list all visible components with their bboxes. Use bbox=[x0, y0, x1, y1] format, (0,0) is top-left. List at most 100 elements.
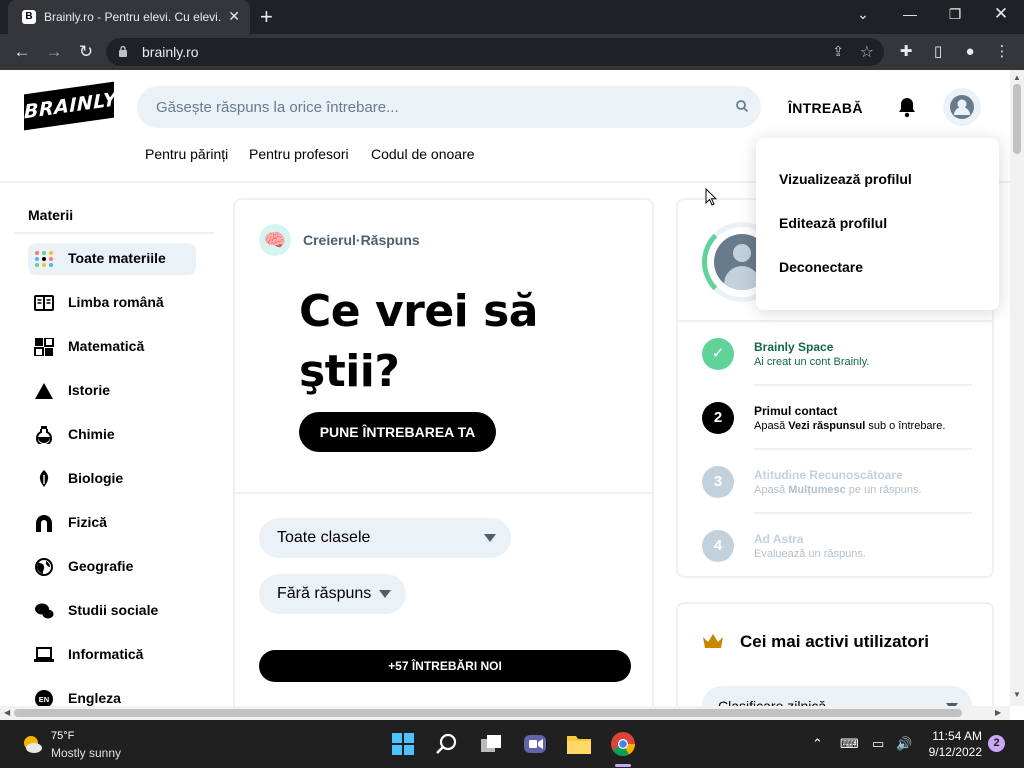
ranking-period-select[interactable]: Clasificare zilnică bbox=[702, 686, 972, 706]
scroll-right-icon[interactable]: ▶ bbox=[995, 708, 1001, 717]
side-panel-icon[interactable]: ▯ bbox=[928, 42, 948, 62]
tray-overflow-chevron-icon[interactable]: ⌃ bbox=[812, 736, 823, 752]
keyboard-icon[interactable]: ⌨ bbox=[840, 736, 859, 752]
brainly-logo[interactable]: BRAINLY bbox=[24, 81, 117, 131]
minimize-button[interactable]: — bbox=[895, 4, 925, 24]
menu-item-logout[interactable]: Deconectare bbox=[779, 259, 863, 275]
step-description: Evaluează un răspuns. bbox=[754, 548, 866, 560]
forward-icon[interactable]: → bbox=[42, 40, 66, 64]
sidebar-divider bbox=[14, 232, 214, 234]
sidebar-item-biology[interactable]: Biologie bbox=[28, 463, 196, 495]
ask-question-button[interactable]: PUNE ÎNTREBAREA TA bbox=[299, 412, 496, 452]
step-title: Atitudine Recunoscătoare bbox=[754, 468, 903, 482]
sidebar-item-computer-science[interactable]: Informatică bbox=[28, 639, 196, 671]
search-icon[interactable] bbox=[735, 99, 749, 113]
mouse-cursor-icon bbox=[705, 188, 717, 206]
answer-filter-select[interactable]: Fără răspuns bbox=[259, 574, 406, 614]
subjects-heading: Materii bbox=[28, 207, 74, 223]
file-explorer-icon[interactable] bbox=[565, 730, 593, 758]
sidebar-item-geography[interactable]: Geografie bbox=[28, 551, 196, 583]
crown-icon bbox=[703, 634, 723, 648]
reload-icon[interactable]: ↻ bbox=[74, 40, 98, 64]
network-icon[interactable]: ▭ bbox=[872, 736, 884, 752]
user-avatar-icon bbox=[950, 95, 974, 119]
task-view-icon[interactable] bbox=[477, 730, 505, 758]
weather-temperature: 75°F bbox=[51, 730, 75, 742]
sidebar-item-english[interactable]: EN Engleza bbox=[28, 683, 196, 706]
partly-sunny-icon[interactable] bbox=[20, 732, 44, 756]
clock-time[interactable]: 11:54 AM bbox=[930, 729, 982, 743]
nav-link-teachers[interactable]: Pentru profesori bbox=[249, 146, 349, 162]
search-icon[interactable] bbox=[433, 730, 461, 758]
vertical-scrollbar[interactable]: ▲ ▼ bbox=[1010, 70, 1024, 706]
sidebar-item-label: Studii sociale bbox=[68, 602, 159, 618]
volume-icon[interactable]: 🔊 bbox=[896, 736, 912, 752]
windows-start-icon[interactable] bbox=[389, 730, 417, 758]
sidebar-item-romanian[interactable]: Limba română bbox=[28, 287, 196, 319]
step-number: 3 bbox=[702, 466, 734, 498]
profile-icon[interactable]: ● bbox=[960, 42, 980, 62]
profile-dropdown-menu: Vizualizează profilul Editează profilul … bbox=[756, 138, 999, 310]
step-description: Apasă Mulțumesc pe un răspuns. bbox=[754, 484, 922, 496]
laptop-icon bbox=[34, 647, 54, 662]
sidebar-item-chemistry[interactable]: Chimie bbox=[28, 419, 196, 451]
step-divider bbox=[754, 384, 972, 386]
sidebar-item-label: Istorie bbox=[68, 382, 111, 398]
horizontal-scrollbar[interactable]: ◀ ▶ bbox=[0, 706, 1010, 720]
notifications-bell-icon[interactable] bbox=[897, 96, 917, 118]
browser-tab[interactable]: B Brainly.ro - Pentru elevi. Cu elevi. ✕ bbox=[8, 0, 250, 34]
extensions-icon[interactable]: ✚ bbox=[896, 42, 916, 62]
grade-filter-select[interactable]: Toate clasele bbox=[259, 518, 511, 558]
nav-link-honor-code[interactable]: Codul de onoare bbox=[371, 146, 475, 162]
menu-item-view-profile[interactable]: Vizualizează profilul bbox=[779, 171, 912, 187]
new-tab-button[interactable]: + bbox=[260, 4, 273, 30]
brainly-favicon-icon: B bbox=[22, 10, 36, 24]
hero-heading: Ce vrei să ştii? bbox=[299, 286, 538, 397]
ask-question-link[interactable]: ÎNTREABĂ bbox=[788, 100, 863, 116]
scroll-down-icon[interactable]: ▼ bbox=[1013, 690, 1021, 699]
clock-date[interactable]: 9/12/2022 bbox=[926, 745, 982, 759]
scroll-up-icon[interactable]: ▲ bbox=[1013, 73, 1021, 82]
sidebar-item-social-studies[interactable]: Studii sociale bbox=[28, 595, 196, 627]
step-title: Brainly Space bbox=[754, 340, 834, 354]
sidebar-item-label: Fizică bbox=[68, 514, 107, 530]
chrome-icon[interactable] bbox=[609, 730, 637, 758]
book-icon bbox=[34, 295, 54, 311]
sidebar-item-label: Geografie bbox=[68, 558, 134, 574]
step-title: Primul contact bbox=[754, 404, 838, 418]
bookmark-star-icon[interactable]: ☆ bbox=[860, 42, 874, 62]
notification-badge[interactable]: 2 bbox=[988, 735, 1005, 752]
close-tab-icon[interactable]: ✕ bbox=[228, 8, 240, 24]
horizontal-scroll-thumb[interactable] bbox=[14, 709, 962, 717]
step-description: Ai creat un cont Brainly. bbox=[754, 356, 870, 368]
sidebar-item-label: Matematică bbox=[68, 338, 145, 354]
tab-search-icon[interactable]: ⌄ bbox=[848, 4, 878, 24]
vertical-scroll-thumb[interactable] bbox=[1013, 84, 1021, 154]
ask-question-card: 🧠 Creierul·Răspuns Ce vrei să ştii? PUNE… bbox=[233, 198, 654, 706]
top-users-card: Cei mai activi utilizatori Clasificare z… bbox=[676, 602, 994, 706]
chrome-menu-icon[interactable]: ⋮ bbox=[992, 42, 1012, 62]
nav-link-parents[interactable]: Pentru părinți bbox=[145, 146, 228, 162]
share-icon[interactable]: ⇪ bbox=[832, 43, 844, 60]
sidebar-item-all-subjects[interactable]: Toate materiile bbox=[28, 243, 196, 275]
new-questions-button[interactable]: +57 ÎNTREBĂRI NOI bbox=[259, 650, 631, 682]
address-bar[interactable]: brainly.ro ⇪ ☆ bbox=[106, 38, 884, 66]
chat-icon bbox=[35, 603, 54, 619]
menu-item-edit-profile[interactable]: Editează profilul bbox=[779, 215, 887, 231]
sidebar-item-history[interactable]: Istorie bbox=[28, 375, 196, 407]
user-avatar-button[interactable] bbox=[943, 88, 981, 126]
search-input[interactable]: Găsește răspuns la orice întrebare... bbox=[137, 86, 761, 128]
globe-icon bbox=[35, 558, 53, 576]
scroll-left-icon[interactable]: ◀ bbox=[4, 708, 10, 717]
leaf-icon bbox=[39, 470, 49, 487]
back-icon[interactable]: ← bbox=[10, 40, 34, 64]
teams-chat-icon[interactable] bbox=[521, 730, 549, 758]
sidebar-item-physics[interactable]: Fizică bbox=[28, 507, 196, 539]
sidebar-item-label: Engleza bbox=[68, 690, 121, 706]
close-window-button[interactable]: ✕ bbox=[986, 4, 1016, 24]
sidebar-item-math[interactable]: Matematică bbox=[28, 331, 196, 363]
weather-condition: Mostly sunny bbox=[51, 746, 122, 760]
magnet-icon bbox=[36, 515, 52, 532]
chevron-down-icon bbox=[379, 590, 391, 598]
restore-button[interactable]: ❐ bbox=[940, 4, 970, 24]
